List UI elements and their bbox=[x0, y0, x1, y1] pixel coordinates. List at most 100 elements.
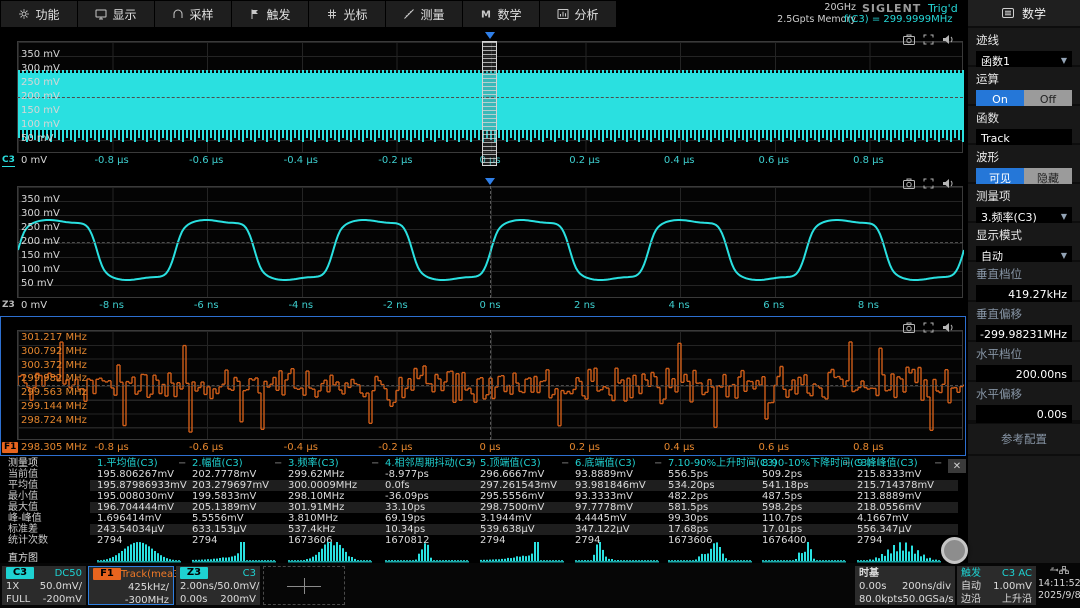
x-axis-label: 4 ns bbox=[644, 300, 714, 311]
table-cell-value: 195.806267mV bbox=[97, 469, 174, 480]
x-axis-label: 0.4 µs bbox=[644, 155, 714, 166]
table-column-header[interactable]: 2.幅值(C3) bbox=[192, 458, 243, 469]
speaker-icon[interactable] bbox=[942, 318, 954, 337]
table-column-header[interactable]: 7.10-90%上升时间(C3) bbox=[668, 458, 777, 469]
speaker-icon[interactable] bbox=[942, 30, 954, 49]
channel-title: Track(mea3) bbox=[121, 568, 183, 581]
menu-item-math[interactable]: M数学 bbox=[463, 1, 539, 27]
menu-item-function[interactable]: 功能 bbox=[1, 1, 77, 27]
table-cell-value: 300.0009MHz bbox=[288, 480, 357, 491]
collapse-column-icon[interactable]: − bbox=[561, 458, 569, 469]
reference-config-button[interactable]: 参考配置 bbox=[968, 424, 1080, 454]
channel-box-z3[interactable]: Z3C32.00ns/50.0mV/0.00s200mV bbox=[176, 566, 260, 605]
camera-icon[interactable] bbox=[903, 30, 915, 49]
y-axis-label: 299.982 MHz bbox=[21, 373, 87, 384]
menu-item-display[interactable]: 显示 bbox=[78, 1, 154, 27]
function-icon bbox=[18, 8, 30, 20]
zoom-window-handle[interactable] bbox=[482, 41, 497, 166]
collapse-column-icon[interactable]: − bbox=[178, 458, 186, 469]
fullscreen-icon[interactable] bbox=[923, 174, 934, 193]
collapse-column-icon[interactable]: − bbox=[654, 458, 662, 469]
channel-marker-c3[interactable]: C3 bbox=[2, 155, 15, 167]
menu-icon bbox=[1002, 8, 1014, 18]
menu-item-measure[interactable]: 测量 bbox=[386, 1, 462, 27]
x-axis-label: 0.8 µs bbox=[833, 155, 903, 166]
table-cell-value: 487.5ps bbox=[762, 491, 802, 502]
table-row-label: 统计次数 bbox=[8, 535, 48, 546]
channel-value-l: 0.00s bbox=[180, 593, 207, 606]
speaker-icon[interactable] bbox=[942, 174, 954, 193]
table-cell-value: 347.122µV bbox=[575, 524, 630, 535]
table-cell-value: -8.977ps bbox=[385, 469, 429, 480]
fullscreen-icon[interactable] bbox=[923, 318, 934, 337]
menu-item-cursor[interactable]: 光标 bbox=[309, 1, 385, 27]
horizontal-offset-value[interactable]: 0.00s bbox=[976, 405, 1072, 423]
display-icon bbox=[95, 8, 107, 20]
camera-icon[interactable] bbox=[903, 318, 915, 337]
table-cell-value: 196.704444mV bbox=[97, 502, 174, 513]
status-row: 触发C3 AC bbox=[957, 567, 1036, 580]
collapse-column-icon[interactable]: − bbox=[274, 458, 282, 469]
table-cell-value: 556.5ps bbox=[668, 469, 708, 480]
channel-value-r: -200mV bbox=[43, 593, 82, 606]
y-axis-label: 300 mV bbox=[21, 208, 60, 219]
math-marker-f1[interactable]: F1 bbox=[2, 442, 18, 453]
table-row: 峰-峰值1.696414mV5.5556mV3.810MHz69.19ps3.1… bbox=[0, 513, 966, 524]
chevron-down-icon: ▼ bbox=[1061, 251, 1067, 260]
channel-box-c3[interactable]: C3DC501X50.0mV/FULL-200mV bbox=[2, 566, 86, 605]
operation-section: 运算 On Off bbox=[968, 67, 1080, 104]
knob-button[interactable] bbox=[941, 537, 968, 564]
table-column-header[interactable]: 4.相邻周期抖动(C3) bbox=[385, 458, 476, 469]
status-row: Z3C3 bbox=[176, 567, 260, 580]
x-axis-label: -0.2 µs bbox=[360, 155, 430, 166]
channel-box-f1[interactable]: F1Track(mea3)425kHz/-300MHz bbox=[88, 566, 174, 605]
collapse-column-icon[interactable]: − bbox=[934, 458, 942, 469]
menu-item-analysis[interactable]: 分析 bbox=[540, 1, 616, 27]
table-column-header[interactable]: 9.峰峰值(C3) bbox=[857, 458, 918, 469]
x-axis-label: 0.6 µs bbox=[739, 442, 809, 453]
channel-value-l: 1X bbox=[6, 580, 19, 593]
trigger-position-marker[interactable] bbox=[485, 32, 495, 39]
menu-item-label: 触发 bbox=[266, 6, 290, 23]
table-cell-value: 539.638µV bbox=[480, 524, 535, 535]
trigger-title: 触发 bbox=[961, 567, 981, 580]
status-bar: C3DC501X50.0mV/FULL-200mVF1Track(mea3)42… bbox=[0, 563, 1080, 608]
trigger-icon bbox=[249, 8, 261, 20]
timebase-scale: 200ns/div bbox=[902, 580, 951, 593]
horizontal-offset-label: 水平偏移 bbox=[976, 386, 1072, 402]
table-cell-value: 69.19ps bbox=[385, 513, 425, 524]
table-column-header[interactable]: 6.底端值(C3) bbox=[575, 458, 636, 469]
table-cell-value: 97.7778mV bbox=[575, 502, 633, 513]
horizontal-scale-value[interactable]: 200.00ns bbox=[976, 365, 1072, 383]
y-axis-label: 350 mV bbox=[21, 49, 60, 60]
zoom-marker-z3[interactable]: Z3 bbox=[2, 300, 15, 311]
table-column-header[interactable]: 3.频率(C3) bbox=[288, 458, 339, 469]
timebase-box[interactable]: 时基0.00s200ns/div80.0kpts50.0GSa/s bbox=[855, 566, 955, 605]
table-column-header[interactable]: 8.90-10%下降时间(C3) bbox=[762, 458, 871, 469]
menu-item-trigger[interactable]: 触发 bbox=[232, 1, 308, 27]
table-cell-value: 534.20ps bbox=[668, 480, 715, 491]
trigger-position-marker[interactable] bbox=[485, 178, 495, 185]
trigger-box[interactable]: 触发C3 AC自动1.00mV边沿上升沿 bbox=[957, 566, 1036, 605]
collapse-column-icon[interactable]: − bbox=[748, 458, 756, 469]
collapse-column-icon[interactable]: − bbox=[371, 458, 379, 469]
table-column-header[interactable]: 5.顶端值(C3) bbox=[480, 458, 541, 469]
camera-icon[interactable] bbox=[903, 174, 915, 193]
vertical-offset-section: 垂直偏移 -299.98231MHz bbox=[968, 302, 1080, 340]
timebase-title: 时基 bbox=[859, 567, 879, 580]
table-cell-value: 1.696414mV bbox=[97, 513, 161, 524]
channel-value-r: 425kHz/ bbox=[128, 581, 169, 594]
table-column-header[interactable]: 1.平均值(C3) bbox=[97, 458, 158, 469]
menu-item-acquire[interactable]: 采样 bbox=[155, 1, 231, 27]
add-channel-button[interactable] bbox=[263, 566, 345, 605]
vertical-offset-value[interactable]: -299.98231MHz bbox=[976, 325, 1072, 343]
x-axis-label: -2 ns bbox=[360, 300, 430, 311]
vertical-scale-value[interactable]: 419.27kHz bbox=[976, 285, 1072, 303]
fullscreen-icon[interactable] bbox=[923, 30, 934, 49]
histogram-9 bbox=[857, 540, 943, 563]
collapse-column-icon[interactable]: − bbox=[466, 458, 474, 469]
status-row: 1X50.0mV/ bbox=[2, 580, 86, 593]
collapse-column-icon[interactable]: − bbox=[843, 458, 851, 469]
sidebar-header[interactable]: 数学 bbox=[968, 0, 1080, 26]
status-row: 边沿上升沿 bbox=[957, 593, 1036, 606]
